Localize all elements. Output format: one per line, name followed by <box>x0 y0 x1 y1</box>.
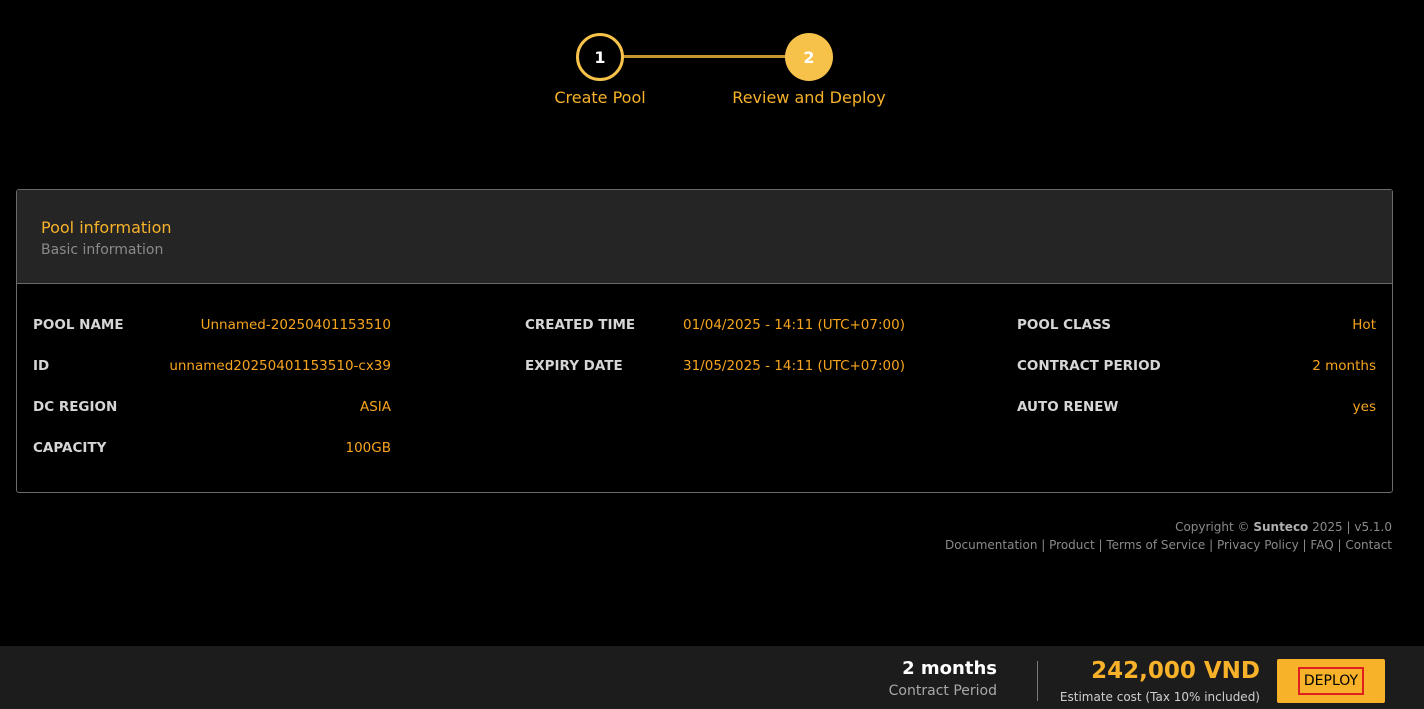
estimate-cost-label: Estimate cost (Tax 10% included) <box>1059 690 1260 704</box>
info-value: 01/04/2025 - 14:11 (UTC+07:00) <box>683 317 905 333</box>
contract-period-summary: 2 months Contract Period <box>889 658 997 699</box>
footer-separator: | <box>1037 538 1050 552</box>
page-footer: Copyright © Sunteco 2025 | v5.1.0 Docume… <box>945 518 1392 554</box>
info-value: Hot <box>1352 317 1376 333</box>
info-key: CONTRACT PERIOD <box>1017 358 1161 374</box>
copyright-suffix: 2025 | v5.1.0 <box>1312 520 1392 534</box>
deploy-button[interactable]: DEPLOY <box>1277 659 1385 703</box>
estimate-cost-summary: 242,000 VND Estimate cost (Tax 10% inclu… <box>1060 658 1260 704</box>
info-row-created-time: CREATED TIME 01/04/2025 - 14:11 (UTC+07:… <box>525 317 905 358</box>
contract-period-value: 2 months <box>902 658 997 679</box>
footer-link-contact[interactable]: Contact <box>1345 538 1392 552</box>
info-value: Unnamed-20250401153510 <box>200 317 391 333</box>
info-row-pool-name: POOL NAME Unnamed-20250401153510 <box>33 317 391 358</box>
footer-separator: | <box>1205 538 1217 552</box>
info-key: POOL NAME <box>33 317 124 333</box>
footer-link-terms[interactable]: Terms of Service <box>1106 538 1205 552</box>
info-value: ASIA <box>359 399 391 415</box>
footer-links: Documentation | Product | Terms of Servi… <box>945 536 1392 554</box>
deploy-button-label: DEPLOY <box>1297 667 1365 695</box>
footer-link-faq[interactable]: FAQ <box>1310 538 1333 552</box>
footer-separator: | <box>1094 538 1107 552</box>
info-value: 100GB <box>345 440 392 456</box>
step-1-circle[interactable]: 1 <box>576 33 624 81</box>
pool-information-card: Pool information Basic information POOL … <box>16 189 1393 493</box>
footer-link-privacy[interactable]: Privacy Policy <box>1217 538 1299 552</box>
estimate-cost-value: 242,000 VND <box>1091 658 1260 684</box>
footer-link-documentation[interactable]: Documentation <box>945 538 1038 552</box>
contract-period-label: Contract Period <box>888 683 997 699</box>
page: 1 Create Pool 2 Review and Deploy Pool i… <box>0 0 1424 709</box>
footer-link-product[interactable]: Product <box>1049 538 1095 552</box>
info-value: unnamed20250401153510-cx39 <box>169 358 391 374</box>
step-2-circle: 2 <box>785 33 833 81</box>
info-key: AUTO RENEW <box>1017 399 1119 415</box>
info-row-auto-renew: AUTO RENEW yes <box>1017 399 1376 440</box>
card-header: Pool information Basic information <box>17 190 1392 284</box>
step-2-label: Review and Deploy <box>732 88 886 107</box>
info-value: 31/05/2025 - 14:11 (UTC+07:00) <box>683 358 905 374</box>
info-key: EXPIRY DATE <box>525 358 623 374</box>
footer-separator: | <box>1298 538 1311 552</box>
card-title: Pool information <box>41 218 172 237</box>
copyright-line: Copyright © Sunteco 2025 | v5.1.0 <box>945 518 1392 536</box>
info-key: CAPACITY <box>33 440 107 456</box>
info-column-1: POOL NAME Unnamed-20250401153510 ID unna… <box>33 317 391 481</box>
bottom-action-bar: 2 months Contract Period 242,000 VND Est… <box>0 646 1424 709</box>
copyright-prefix: Copyright © <box>1175 520 1250 534</box>
info-key: ID <box>33 358 50 374</box>
info-key: DC REGION <box>33 399 118 415</box>
info-value: yes <box>1352 399 1376 415</box>
info-row-pool-class: POOL CLASS Hot <box>1017 317 1376 358</box>
info-row-id: ID unnamed20250401153510-cx39 <box>33 358 391 399</box>
info-value: 2 months <box>1312 358 1376 374</box>
info-row-dc-region: DC REGION ASIA <box>33 399 391 440</box>
info-key: POOL CLASS <box>1017 317 1111 333</box>
stepper: 1 Create Pool 2 Review and Deploy <box>0 33 1424 113</box>
footer-separator: | <box>1333 538 1346 552</box>
stepper-connector <box>623 55 786 58</box>
step-1-label[interactable]: Create Pool <box>554 88 645 107</box>
info-key: CREATED TIME <box>525 317 636 333</box>
info-row-capacity: CAPACITY 100GB <box>33 440 391 481</box>
card-subtitle: Basic information <box>41 242 164 258</box>
info-column-3: POOL CLASS Hot CONTRACT PERIOD 2 months … <box>1017 317 1376 440</box>
summary-divider <box>1037 661 1038 701</box>
info-row-contract-period: CONTRACT PERIOD 2 months <box>1017 358 1376 399</box>
info-row-expiry-date: EXPIRY DATE 31/05/2025 - 14:11 (UTC+07:0… <box>525 358 905 399</box>
info-column-2: CREATED TIME 01/04/2025 - 14:11 (UTC+07:… <box>525 317 905 399</box>
brand-name: Sunteco <box>1253 520 1309 534</box>
